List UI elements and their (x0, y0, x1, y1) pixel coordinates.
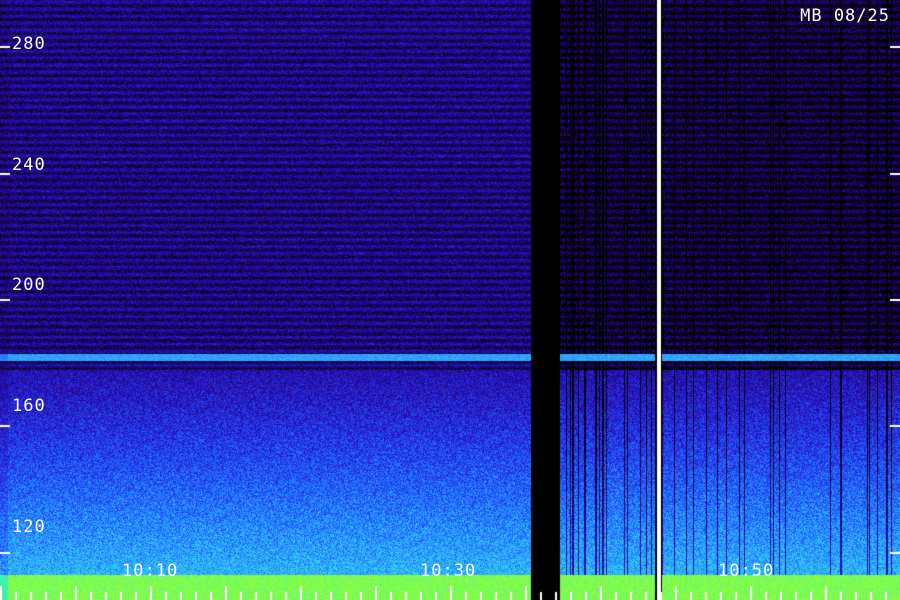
y-tick-label-160: 160 (12, 396, 46, 416)
x-tick-label-1010: 10:10 (122, 561, 179, 581)
y-tick-label-120: 120 (12, 517, 46, 537)
spectrogram-plot (0, 0, 900, 600)
y-tick-label-280: 280 (12, 34, 46, 54)
x-tick-label-1030: 10:30 (420, 561, 477, 581)
chart-title: MB 08/25 (800, 6, 890, 26)
y-tick-label-200: 200 (12, 275, 46, 295)
y-tick-label-240: 240 (12, 155, 46, 175)
x-tick-label-1050: 10:50 (718, 561, 775, 581)
